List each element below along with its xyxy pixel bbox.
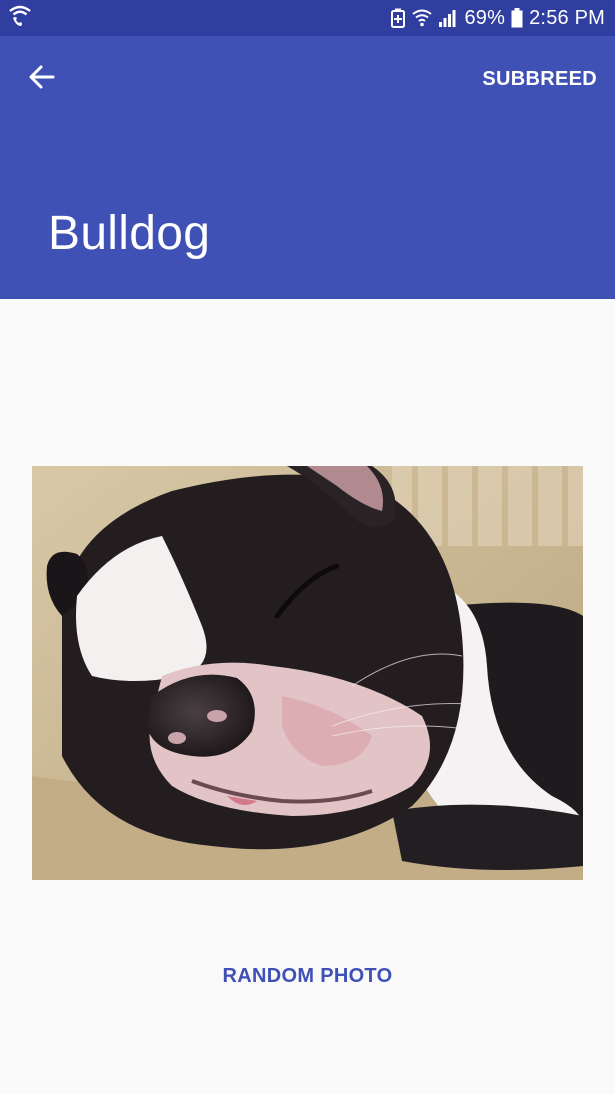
signal-icon [438,8,458,28]
arrow-back-icon [28,63,56,96]
subbreed-button[interactable]: SUBBREED [482,64,597,94]
status-right: 69% 2:56 PM [390,7,605,30]
random-photo-button[interactable]: RANDOM PHOTO [223,965,393,988]
back-button[interactable] [20,60,64,98]
battery-icon [511,8,523,28]
wifi-calling-icon [8,4,32,32]
page-title: Bulldog [48,207,211,260]
battery-percent: 69% [464,6,506,29]
dog-photo [32,466,583,880]
status-left [8,4,32,32]
clock: 2:56 PM [529,6,605,29]
wifi-icon [412,8,433,28]
status-bar: 69% 2:56 PM [0,0,615,36]
battery-saver-icon [390,8,406,28]
app-bar: SUBBREED Bulldog [0,36,615,299]
random-photo-button-row: RANDOM PHOTO [0,960,615,992]
